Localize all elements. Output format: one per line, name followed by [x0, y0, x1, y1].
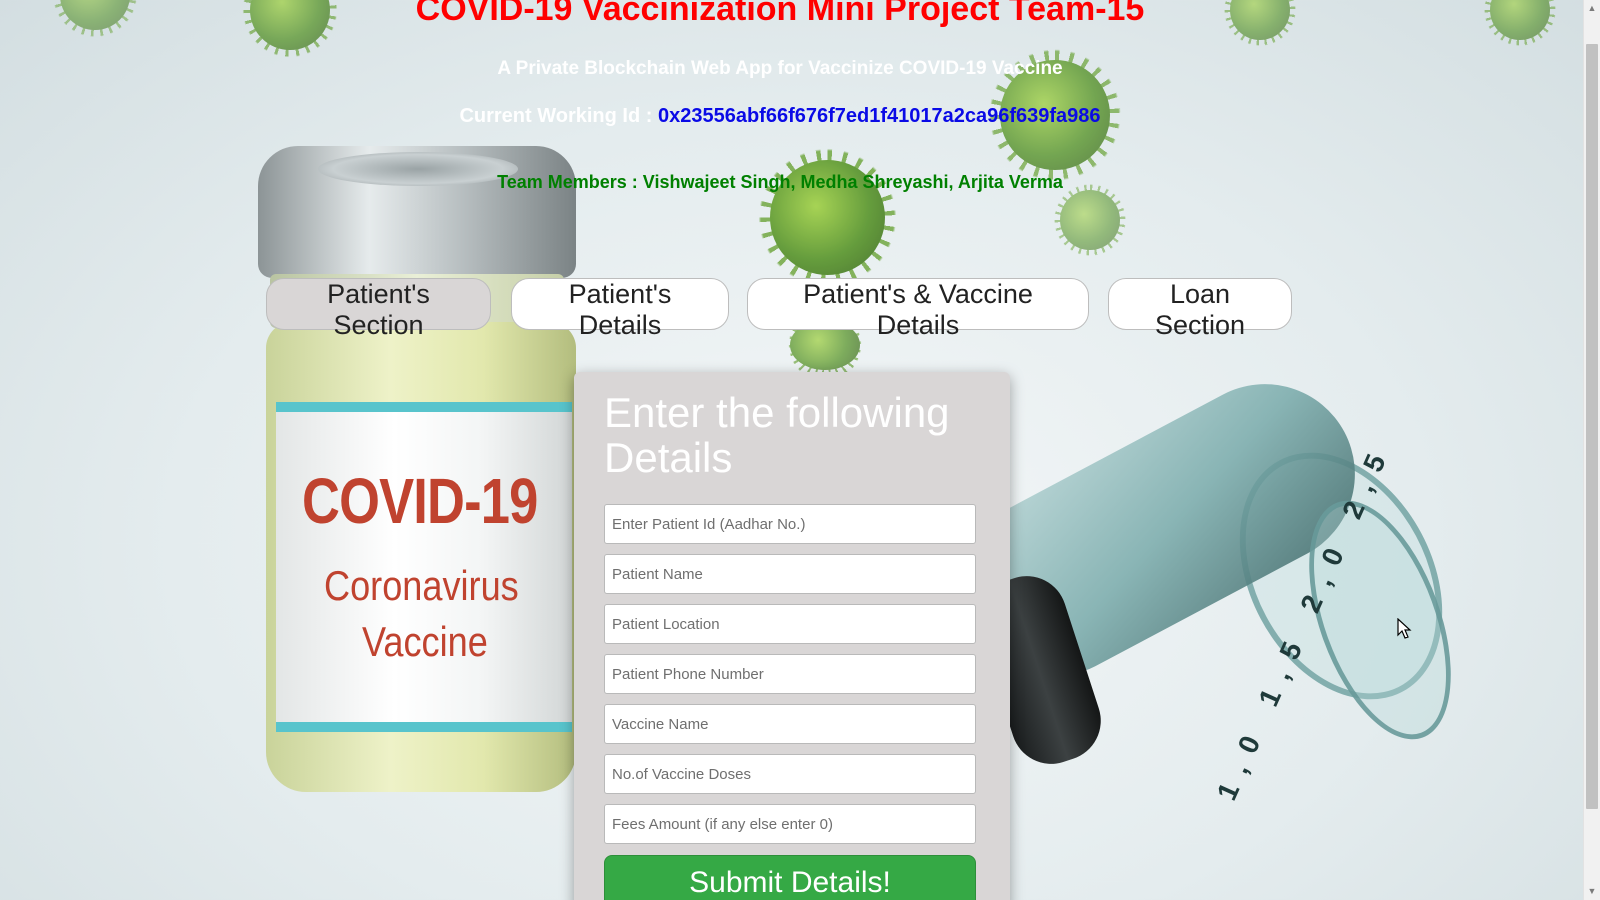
form-heading: Enter the following Details	[604, 389, 950, 481]
vaccine-doses-input[interactable]	[604, 754, 976, 794]
mouse-pointer-icon	[1397, 618, 1412, 639]
team-members: Team Members : Vishwajeet Singh, Medha S…	[497, 172, 1063, 192]
tab-loan-section[interactable]: Loan Section	[1108, 278, 1292, 340]
scroll-up-arrow-icon[interactable]: ▲	[1584, 0, 1600, 17]
scroll-down-arrow-icon[interactable]: ▼	[1584, 883, 1600, 900]
vaccine-vial-illustration: COVID-19 Coronavirus Vaccine	[258, 146, 576, 792]
syringe-marks: 1,0 1,5 2,0 2,5	[1210, 436, 1398, 805]
tab-patients-vaccine-details[interactable]: Patient's & Vaccine Details	[747, 278, 1089, 340]
patient-location-input[interactable]	[604, 604, 976, 644]
vial-label-text: Vaccine	[362, 618, 488, 665]
patient-name-input[interactable]	[604, 554, 976, 594]
patient-form-card: Enter the following Details Submit Detai…	[574, 372, 1010, 900]
page-scrollbar[interactable]: ▲ ▼	[1583, 0, 1600, 900]
tab-patients-section[interactable]: Patient's Section	[266, 278, 491, 340]
virus-illustration	[1049, 179, 1131, 261]
fees-amount-input[interactable]	[604, 804, 976, 844]
submit-details-button[interactable]: Submit Details!	[604, 855, 976, 900]
page-title: COVID-19 Vaccinization Mini Project Team…	[415, 0, 1145, 28]
vial-label-text: Coronavirus	[324, 562, 519, 609]
page-subtitle: A Private Blockchain Web App for Vaccini…	[497, 58, 1063, 79]
working-id-value: 0x23556abf66f676f7ed1f41017a2ca96f639fa9…	[657, 105, 1101, 127]
patient-phone-input[interactable]	[604, 654, 976, 694]
working-id-label: Current Working Id :	[459, 105, 653, 127]
scrollbar-thumb[interactable]	[1586, 44, 1598, 809]
current-working-id: Current Working Id : 0x23556abf66f676f7e…	[0, 105, 1560, 128]
syringe-illustration: 1,0 1,5 2,0 2,5	[957, 352, 1483, 805]
patient-id-input[interactable]	[604, 504, 976, 544]
tab-patients-details[interactable]: Patient's Details	[511, 278, 729, 340]
vaccine-name-input[interactable]	[604, 704, 976, 744]
vial-label-text: COVID-19	[302, 465, 538, 537]
